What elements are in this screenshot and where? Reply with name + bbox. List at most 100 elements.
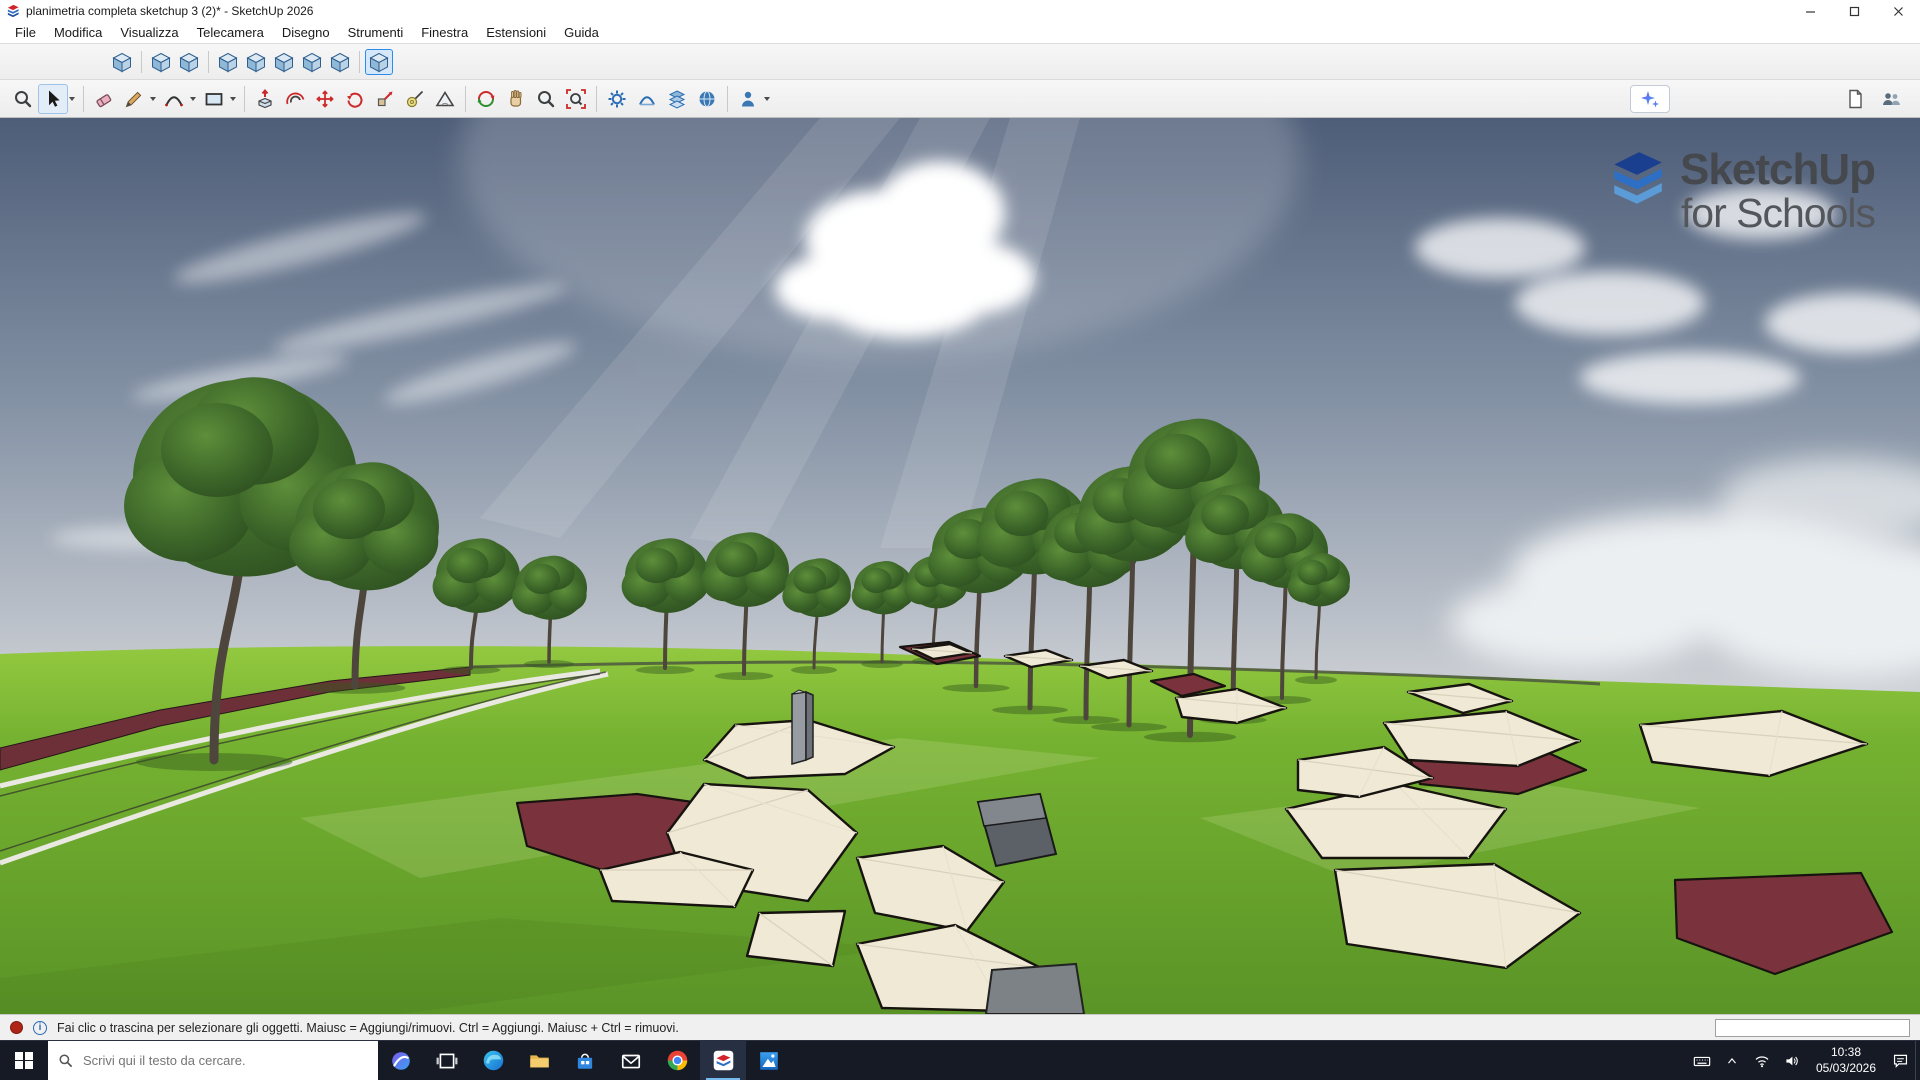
menu-finestra[interactable]: Finestra bbox=[412, 22, 477, 43]
add-person-tool-icon[interactable] bbox=[733, 84, 763, 114]
sketchup-app-icon bbox=[6, 4, 20, 18]
window-title: planimetria completa sketchup 3 (2)* - S… bbox=[26, 4, 313, 18]
edge-icon[interactable] bbox=[470, 1041, 516, 1080]
style-wireframe-icon[interactable] bbox=[175, 49, 203, 75]
offset-tool-icon[interactable] bbox=[280, 84, 310, 114]
new-document-icon[interactable] bbox=[1840, 84, 1870, 114]
push-pull-tool-icon[interactable] bbox=[250, 84, 280, 114]
select-dropdown-caret[interactable] bbox=[69, 97, 75, 101]
taskbar-search-input[interactable] bbox=[81, 1052, 368, 1069]
touch-keyboard-icon[interactable] bbox=[1687, 1041, 1717, 1080]
scale-tool-icon[interactable] bbox=[370, 84, 400, 114]
system-tray: 10:38 05/03/2026 bbox=[1687, 1041, 1920, 1080]
shapes-tool-icon[interactable] bbox=[199, 84, 229, 114]
main-toolbar bbox=[0, 80, 1920, 118]
status-bar: i Fai clic o trascina per selezionare gl… bbox=[0, 1014, 1920, 1040]
toolbar-separator bbox=[727, 86, 728, 112]
select-tool-icon[interactable] bbox=[38, 84, 68, 114]
minimize-button[interactable] bbox=[1788, 0, 1832, 22]
style-shaded-textures-icon[interactable] bbox=[270, 49, 298, 75]
network-icon[interactable] bbox=[1747, 1041, 1777, 1080]
action-center-icon[interactable] bbox=[1885, 1041, 1915, 1080]
zoom-extents-tool-icon[interactable] bbox=[561, 84, 591, 114]
toolbar-separator bbox=[208, 51, 209, 73]
person-dropdown-caret[interactable] bbox=[764, 97, 770, 101]
sparkles-icon bbox=[1639, 88, 1661, 110]
measurements-input[interactable] bbox=[1715, 1019, 1910, 1037]
style-back-edges-icon[interactable] bbox=[147, 49, 175, 75]
gray-slab bbox=[986, 964, 1084, 1014]
taskbar: 10:38 05/03/2026 bbox=[0, 1040, 1920, 1080]
protractor-tool-icon[interactable] bbox=[430, 84, 460, 114]
eraser-tool-icon[interactable] bbox=[89, 84, 119, 114]
menu-visualizza[interactable]: Visualizza bbox=[111, 22, 187, 43]
styles-toolbar bbox=[0, 44, 1920, 80]
photos-icon[interactable] bbox=[746, 1041, 792, 1080]
sketchup-taskbar-icon[interactable] bbox=[700, 1041, 746, 1080]
extension-curve-icon[interactable] bbox=[632, 84, 662, 114]
accounts-icon[interactable] bbox=[1876, 84, 1906, 114]
toolbar-separator bbox=[83, 86, 84, 112]
store-icon[interactable] bbox=[562, 1041, 608, 1080]
windows-logo-icon bbox=[15, 1052, 33, 1070]
start-button[interactable] bbox=[0, 1041, 48, 1080]
show-desktop-button[interactable] bbox=[1915, 1041, 1920, 1080]
pillar bbox=[792, 690, 813, 764]
style-xray-icon[interactable] bbox=[108, 49, 136, 75]
menu-bar: File Modifica Visualizza Telecamera Dise… bbox=[0, 22, 1920, 44]
info-icon[interactable]: i bbox=[33, 1021, 47, 1035]
taskbar-clock[interactable]: 10:38 05/03/2026 bbox=[1807, 1041, 1885, 1080]
toolbar-separator bbox=[359, 51, 360, 73]
line-tool-icon[interactable] bbox=[119, 84, 149, 114]
arc-dropdown-caret[interactable] bbox=[190, 97, 196, 101]
ai-assistant-button[interactable] bbox=[1630, 85, 1670, 113]
extension-gear-icon[interactable] bbox=[602, 84, 632, 114]
geo-badge-icon[interactable] bbox=[10, 1021, 23, 1034]
viewport-canvas[interactable] bbox=[0, 118, 1920, 1014]
clock-date: 05/03/2026 bbox=[1816, 1061, 1876, 1077]
style-color-by-tag-icon[interactable] bbox=[326, 49, 354, 75]
task-view-icon[interactable] bbox=[424, 1041, 470, 1080]
menu-modifica[interactable]: Modifica bbox=[45, 22, 111, 43]
taskbar-search[interactable] bbox=[48, 1041, 378, 1080]
style-hidden-line-icon[interactable] bbox=[214, 49, 242, 75]
paint-app-icon[interactable] bbox=[378, 1041, 424, 1080]
search-tool-icon[interactable] bbox=[8, 84, 38, 114]
zoom-tool-icon[interactable] bbox=[531, 84, 561, 114]
mail-icon[interactable] bbox=[608, 1041, 654, 1080]
extension-globe-icon[interactable] bbox=[692, 84, 722, 114]
clock-time: 10:38 bbox=[1831, 1045, 1861, 1061]
menu-strumenti[interactable]: Strumenti bbox=[339, 22, 413, 43]
line-dropdown-caret[interactable] bbox=[150, 97, 156, 101]
status-message: Fai clic o trascina per selezionare gli … bbox=[57, 1021, 679, 1035]
menu-file[interactable]: File bbox=[6, 22, 45, 43]
close-button[interactable] bbox=[1876, 0, 1920, 22]
arc-tool-icon[interactable] bbox=[159, 84, 189, 114]
toolbar-separator bbox=[141, 51, 142, 73]
rotate-tool-icon[interactable] bbox=[340, 84, 370, 114]
toolbar-separator bbox=[244, 86, 245, 112]
chevron-up-icon[interactable] bbox=[1717, 1041, 1747, 1080]
menu-telecamera[interactable]: Telecamera bbox=[188, 22, 273, 43]
extension-layers-icon[interactable] bbox=[662, 84, 692, 114]
shapes-dropdown-caret[interactable] bbox=[230, 97, 236, 101]
maximize-button[interactable] bbox=[1832, 0, 1876, 22]
file-explorer-icon[interactable] bbox=[516, 1041, 562, 1080]
pan-tool-icon[interactable] bbox=[501, 84, 531, 114]
chrome-icon[interactable] bbox=[654, 1041, 700, 1080]
orbit-tool-icon[interactable] bbox=[471, 84, 501, 114]
style-monochrome-icon[interactable] bbox=[298, 49, 326, 75]
title-bar: planimetria completa sketchup 3 (2)* - S… bbox=[0, 0, 1920, 22]
sketchup-window: planimetria completa sketchup 3 (2)* - S… bbox=[0, 0, 1920, 1080]
menu-estensioni[interactable]: Estensioni bbox=[477, 22, 555, 43]
viewport: SketchUp for Schools bbox=[0, 118, 1920, 1014]
volume-icon[interactable] bbox=[1777, 1041, 1807, 1080]
move-tool-icon[interactable] bbox=[310, 84, 340, 114]
menu-guida[interactable]: Guida bbox=[555, 22, 608, 43]
style-shaded-icon[interactable] bbox=[242, 49, 270, 75]
menu-disegno[interactable]: Disegno bbox=[273, 22, 339, 43]
style-current-icon[interactable] bbox=[365, 49, 393, 75]
search-icon bbox=[58, 1053, 73, 1068]
toolbar-separator bbox=[465, 86, 466, 112]
tape-measure-tool-icon[interactable] bbox=[400, 84, 430, 114]
